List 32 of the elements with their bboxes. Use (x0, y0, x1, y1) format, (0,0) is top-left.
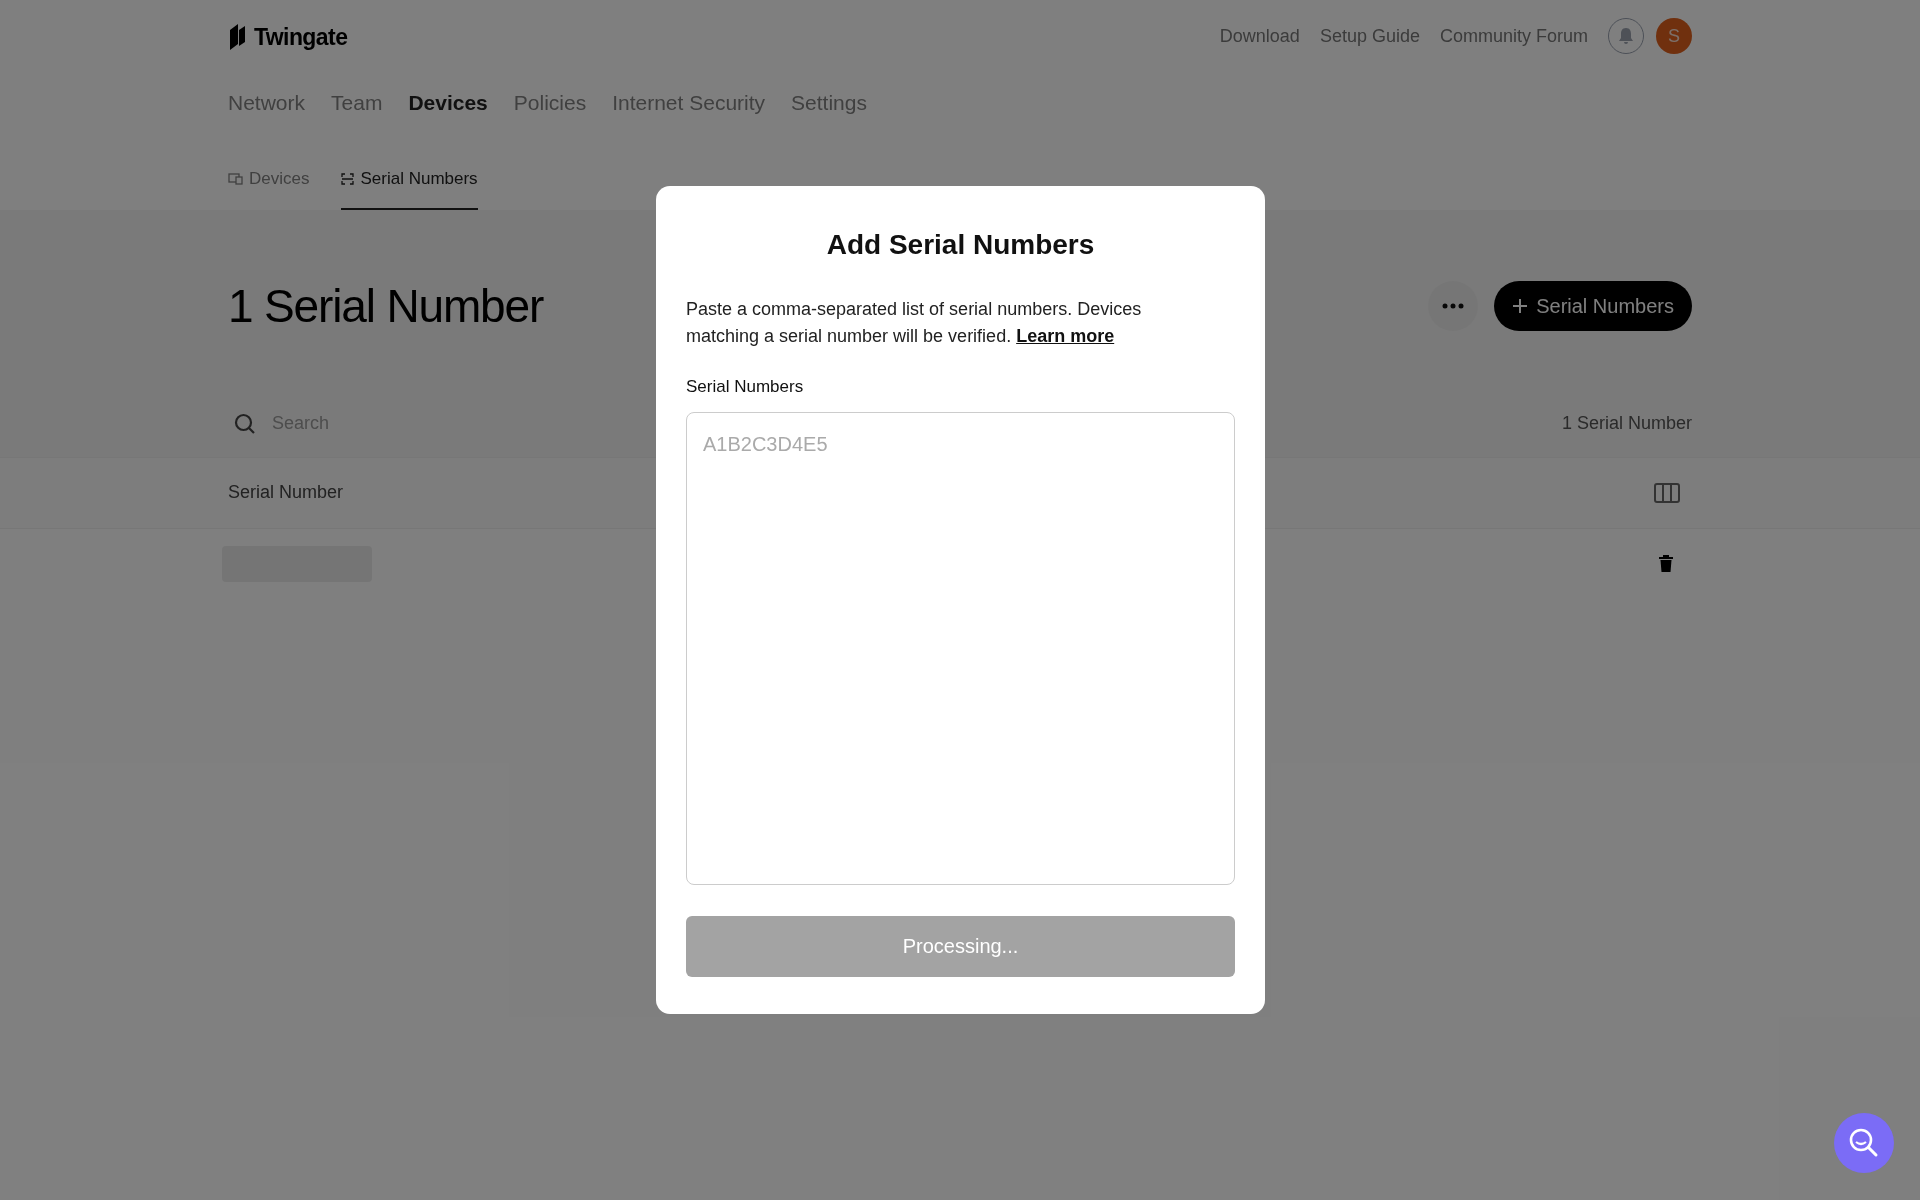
nav-tab[interactable]: Policies (513, 86, 587, 118)
page-title: 1 Serial Number (228, 278, 544, 334)
header-link[interactable]: Setup Guide (1319, 22, 1420, 50)
delete-icon[interactable] (1658, 554, 1674, 573)
field-label: Serial Numbers (686, 376, 805, 398)
nav-tab[interactable]: Network (228, 86, 306, 118)
search-icon (1848, 1127, 1880, 1159)
nav-tab[interactable]: Internet Security (612, 86, 766, 118)
header-link[interactable]: Download (1219, 22, 1300, 50)
help-search-button[interactable] (1834, 1113, 1894, 1173)
serial-numbers-field[interactable]: A1B2C3D4E5 (686, 411, 1235, 885)
column-header[interactable]: Serial Number (228, 479, 344, 506)
nav-tab[interactable]: Settings (791, 86, 867, 118)
logo-icon (228, 24, 246, 51)
columns-icon[interactable] (1654, 482, 1680, 503)
devices-icon (228, 172, 243, 185)
logo-text: Twingate (254, 23, 348, 52)
more-icon (1442, 303, 1465, 309)
search-icon (234, 412, 256, 435)
nav-tab[interactable]: Team (331, 86, 383, 118)
modal-title: Add Serial Numbers (825, 228, 1096, 262)
scan-icon (341, 172, 355, 185)
add-serial-numbers-button[interactable]: Serial Numbers (1494, 281, 1692, 331)
modal-description: Paste a comma-separated list of serial numbers. Devices matching a serial number will be verified. Learn more (686, 298, 1143, 348)
avatar[interactable]: S (1656, 18, 1692, 54)
plus-icon (1512, 298, 1529, 314)
header-link[interactable]: Community Forum (1439, 22, 1588, 50)
result-count: 1 Serial Number (1561, 412, 1692, 435)
bell-icon (1618, 27, 1634, 45)
nav-tab[interactable]: Devices (408, 86, 488, 118)
learn-more-link[interactable]: Learn more (1016, 326, 1115, 346)
sub-tab[interactable]: Devices (228, 166, 310, 210)
